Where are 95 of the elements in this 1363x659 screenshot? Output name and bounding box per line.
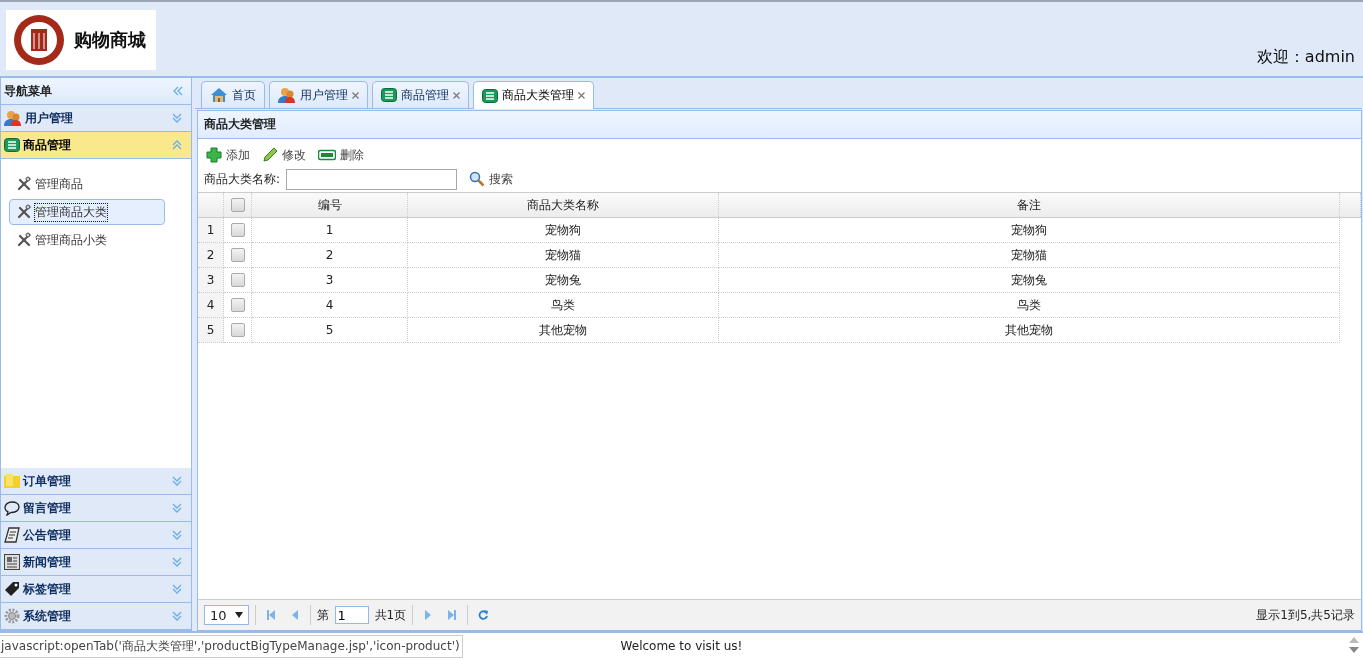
table-cell: 宠物狗 xyxy=(1011,222,1047,237)
table-cell: 宠物猫 xyxy=(545,247,581,262)
expand-icon xyxy=(171,555,183,569)
page-total: 共1页 xyxy=(374,606,407,624)
expand-icon xyxy=(171,111,183,125)
expand-icon xyxy=(171,474,183,488)
accordion-header[interactable]: 新闻管理 xyxy=(1,549,191,576)
tools-icon xyxy=(16,204,32,220)
row-number: 4 xyxy=(206,298,215,312)
nav-title: 导航菜单 xyxy=(4,82,52,100)
footer-text: Welcome to visit us! xyxy=(620,639,743,653)
menu-item[interactable]: 管理商品 xyxy=(9,171,165,197)
browser-status-bar: javascript:openTab('商品大类管理','productBigTypeManage.jsp','icon-product') xyxy=(0,635,463,658)
tag-icon xyxy=(4,581,20,597)
tools-icon xyxy=(16,232,32,248)
refresh-icon xyxy=(478,609,489,621)
row-number: 1 xyxy=(206,223,215,237)
folder-icon xyxy=(4,474,20,488)
table-cell: 宠物兔 xyxy=(1011,272,1047,287)
column-header: 编号 xyxy=(317,197,342,212)
tab[interactable]: 商品大类管理 xyxy=(473,81,594,109)
table-cell: 2 xyxy=(325,248,334,262)
menu-item[interactable]: 管理商品大类 xyxy=(9,199,165,225)
accordion-header[interactable]: 标签管理 xyxy=(1,576,191,603)
checkbox[interactable] xyxy=(230,323,245,338)
table-cell: 3 xyxy=(325,273,334,287)
users-icon xyxy=(278,87,296,103)
pencil-icon xyxy=(262,147,278,163)
list-icon xyxy=(4,138,20,152)
table-cell: 宠物猫 xyxy=(1011,247,1047,262)
toolbar-button[interactable]: 修改 xyxy=(260,144,312,166)
expand-icon xyxy=(171,609,183,623)
expand-icon xyxy=(171,501,183,515)
checkbox[interactable] xyxy=(230,198,245,213)
table-cell: 宠物狗 xyxy=(545,222,581,237)
users-icon xyxy=(4,110,22,126)
collapse-icon xyxy=(171,85,183,97)
page-size-select[interactable]: 10 xyxy=(204,605,249,625)
pager-info: 显示1到5,共5记录 xyxy=(1256,606,1355,624)
seal-drawing xyxy=(12,13,66,67)
search-field[interactable] xyxy=(286,168,458,190)
list-icon xyxy=(381,88,397,102)
page-label: 第 xyxy=(316,606,329,624)
toolbar-button[interactable]: 删除 xyxy=(316,144,370,166)
tab[interactable]: 商品管理 xyxy=(372,81,469,108)
search-label: 商品大类名称: xyxy=(204,170,281,188)
tab[interactable]: 首页 xyxy=(201,81,265,108)
expand-icon xyxy=(171,582,183,596)
accordion-header[interactable]: 系统管理 xyxy=(1,603,191,630)
table-cell: 4 xyxy=(325,298,334,312)
column-header: 商品大类名称 xyxy=(527,197,599,212)
checkbox[interactable] xyxy=(230,248,245,263)
logo-text: 购物商城 xyxy=(74,28,146,52)
panel-title: 商品大类管理 xyxy=(204,116,276,133)
table-cell: 其他宠物 xyxy=(539,322,587,337)
scroll-arrows-icon xyxy=(1349,636,1359,654)
table-cell: 1 xyxy=(325,223,334,237)
tab[interactable]: 用户管理 xyxy=(269,81,368,108)
search-icon xyxy=(469,171,486,187)
checkbox[interactable] xyxy=(230,273,245,288)
first-page-icon xyxy=(265,609,276,621)
minus-icon xyxy=(318,149,336,161)
table-cell: 宠物兔 xyxy=(545,272,581,287)
plus-icon xyxy=(206,147,222,163)
speech-bubble-icon xyxy=(4,500,20,516)
document-icon xyxy=(4,527,20,543)
menu-item[interactable]: 管理商品小类 xyxy=(9,227,165,253)
accordion-header[interactable]: 用户管理 xyxy=(1,105,191,132)
table-cell: 5 xyxy=(325,323,334,337)
dropdown-icon xyxy=(234,612,243,618)
table-cell: 鸟类 xyxy=(551,297,575,312)
settings-icon xyxy=(4,608,20,624)
page-number-field[interactable]: 1 xyxy=(334,606,369,624)
checkbox[interactable] xyxy=(230,298,245,313)
collapse-icon xyxy=(171,138,183,152)
column-header: 备注 xyxy=(1017,197,1041,212)
row-number: 3 xyxy=(206,273,215,287)
toolbar-button[interactable]: 添加 xyxy=(204,144,256,166)
accordion-header[interactable]: 公告管理 xyxy=(1,522,191,549)
list-icon xyxy=(482,88,498,103)
tools-icon xyxy=(16,176,32,192)
table-cell: 其他宠物 xyxy=(1005,322,1053,337)
accordion-header[interactable]: 商品管理 xyxy=(1,132,191,159)
table-cell: 鸟类 xyxy=(1017,297,1041,312)
home-icon xyxy=(210,87,228,103)
last-page-icon xyxy=(447,609,458,621)
accordion-header[interactable]: 订单管理 xyxy=(1,468,191,495)
search-button[interactable]: 搜索 xyxy=(467,168,520,190)
newspaper-icon xyxy=(4,554,20,570)
expand-icon xyxy=(171,528,183,542)
row-number: 2 xyxy=(206,248,215,262)
accordion-header[interactable]: 留言管理 xyxy=(1,495,191,522)
row-number: 5 xyxy=(206,323,215,337)
welcome-text: 欢迎：admin xyxy=(1256,47,1355,68)
checkbox[interactable] xyxy=(230,223,245,238)
